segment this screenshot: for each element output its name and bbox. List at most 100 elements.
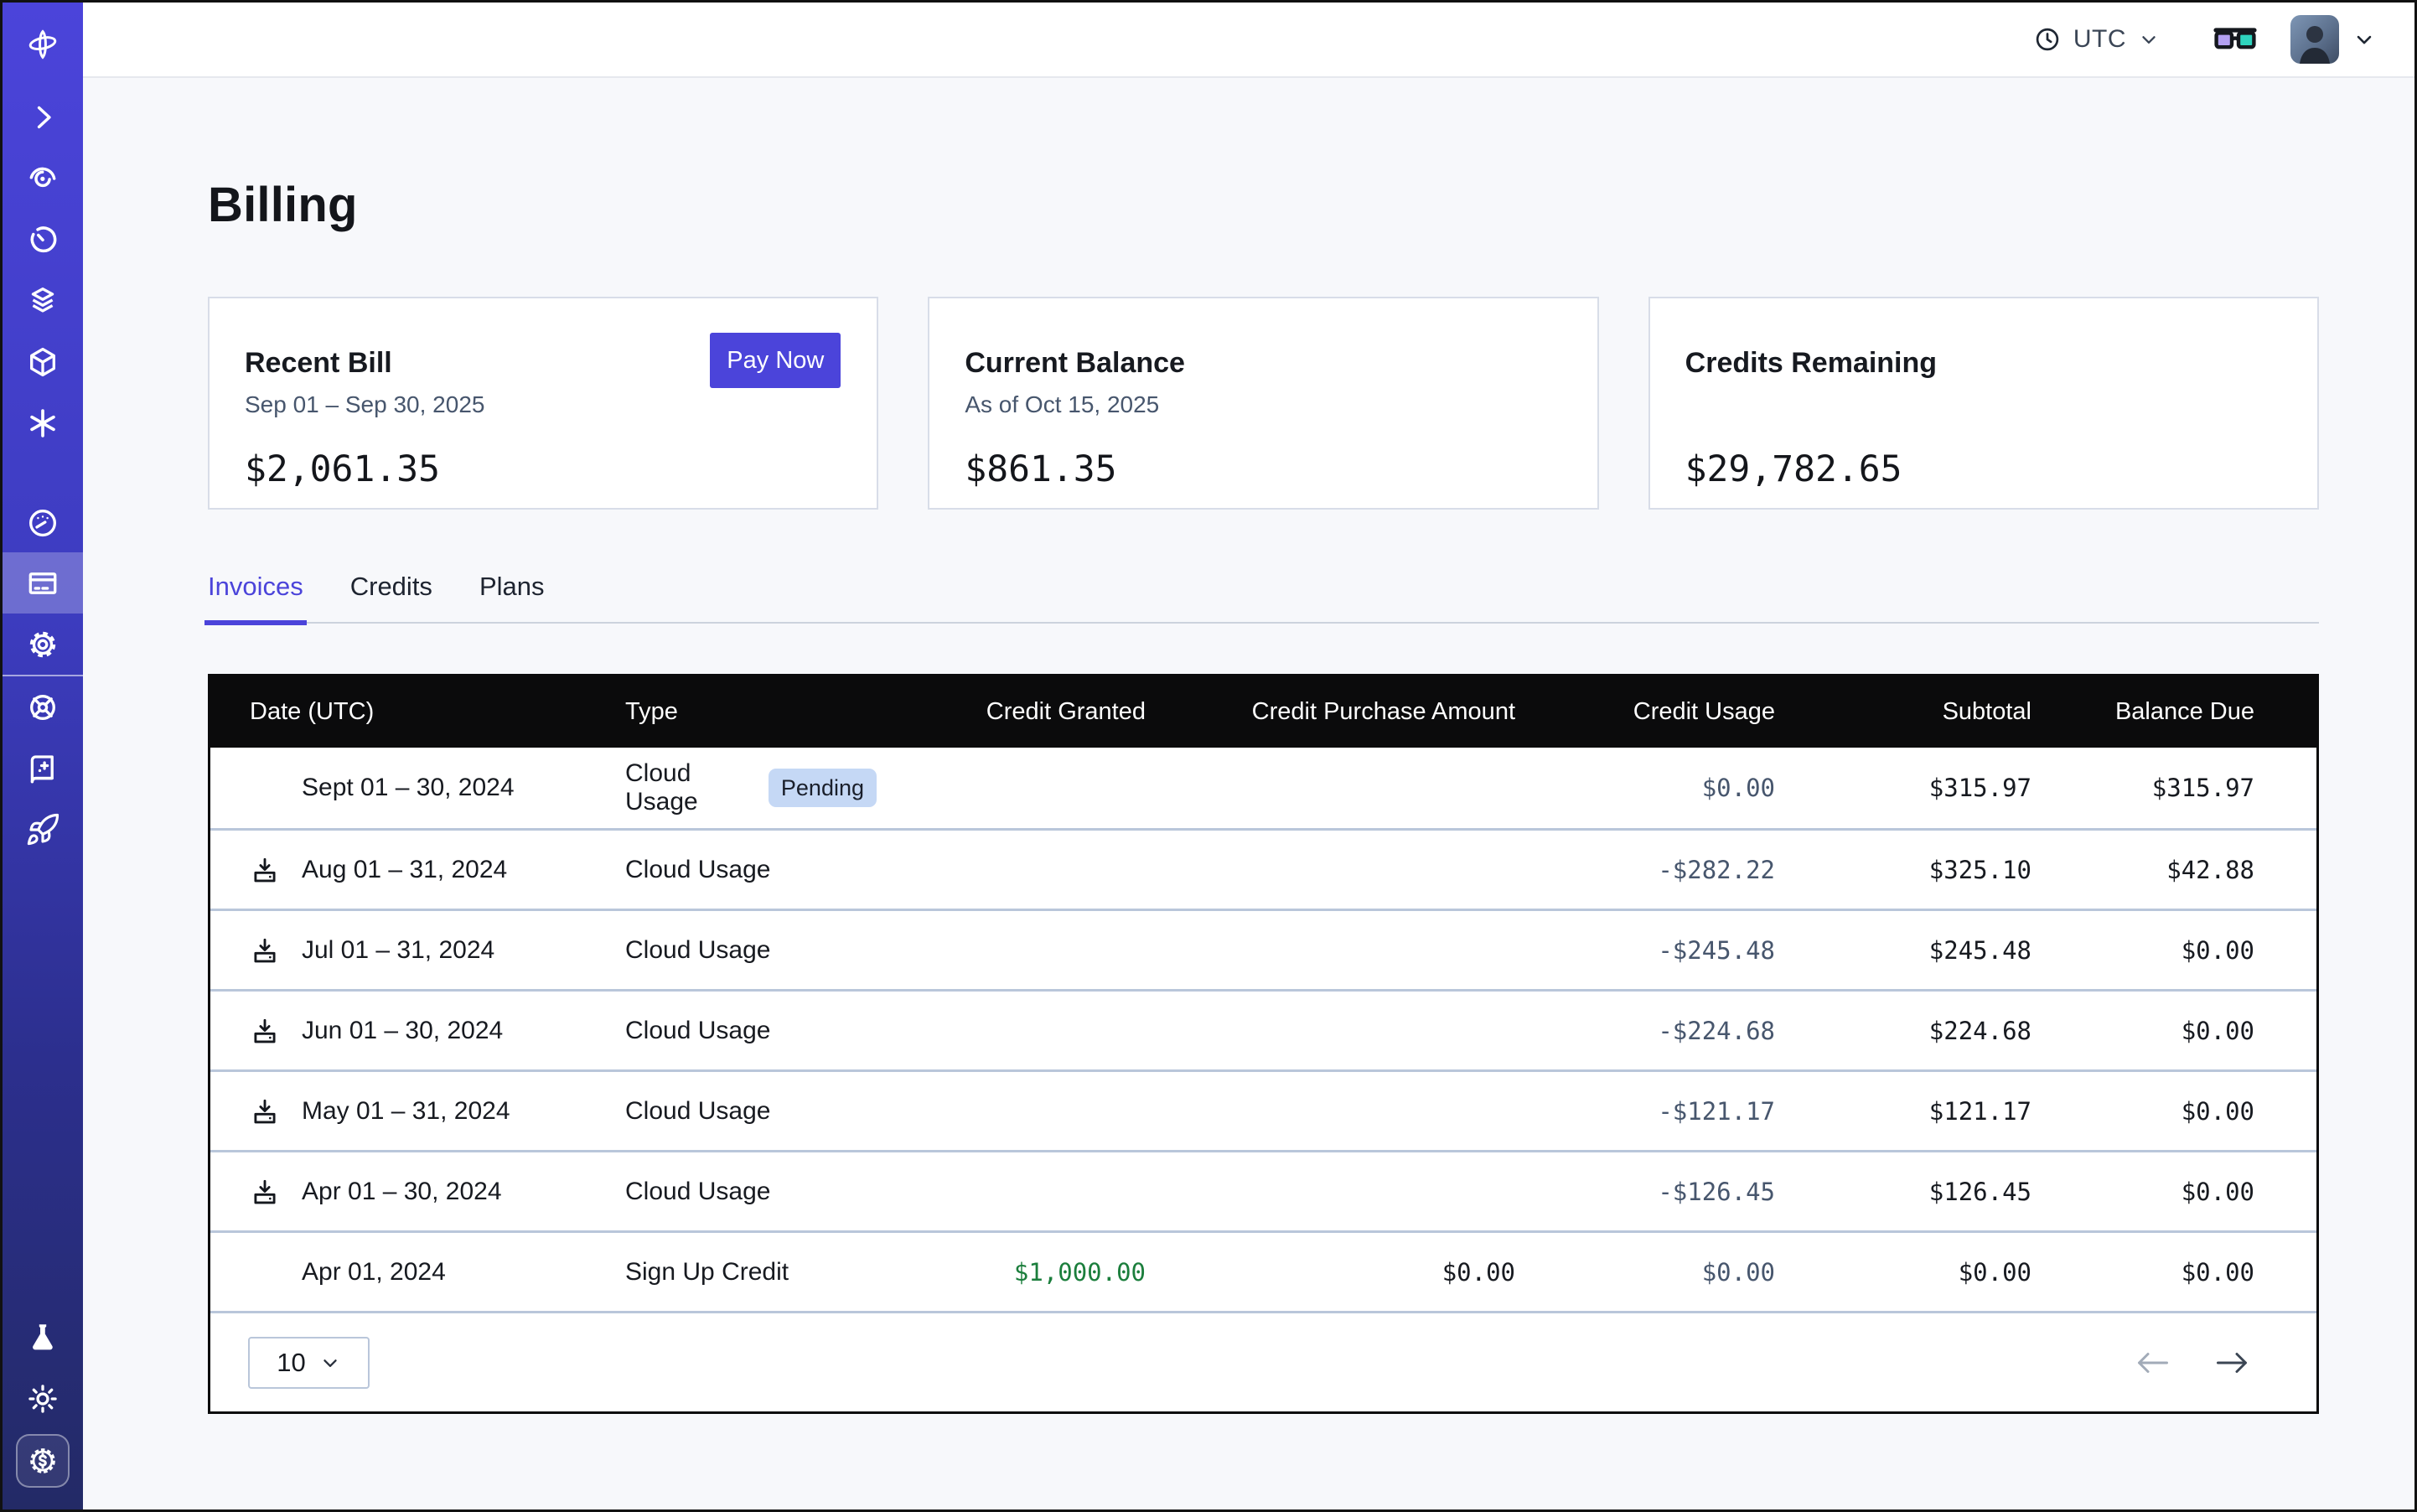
table-footer: 10 xyxy=(210,1311,2316,1411)
invoice-row: Jul 01 – 31, 2024 Cloud Usage -$245.48 $… xyxy=(210,909,2316,989)
timer-clock-icon xyxy=(25,222,60,257)
credit-usage-value: -$245.48 xyxy=(1515,936,1775,965)
chevron-down-icon xyxy=(2138,28,2160,50)
theme-glasses-toggle[interactable] xyxy=(2213,24,2257,54)
sidebar-item-layers[interactable] xyxy=(3,270,83,331)
rocket-icon xyxy=(25,812,60,847)
subtotal-value: $0.00 xyxy=(1775,1258,2031,1287)
current-balance-amount: $861.35 xyxy=(965,448,1561,490)
table-header: Date (UTC) Type Credit Granted Credit Pu… xyxy=(210,676,2316,748)
col-credit-granted: Credit Granted xyxy=(877,698,1146,726)
recent-bill-amount: $2,061.35 xyxy=(245,448,841,490)
invoice-type: Cloud Usage xyxy=(625,936,770,965)
clock-icon xyxy=(2033,25,2062,54)
sidebar-item-images[interactable] xyxy=(3,331,83,392)
sidebar-item-theme[interactable] xyxy=(3,1368,83,1429)
balance-due-value: $315.97 xyxy=(2031,774,2254,802)
card-subtitle xyxy=(1685,391,2282,420)
tab-plans[interactable]: Plans xyxy=(479,572,545,622)
credit-card-icon xyxy=(25,566,60,601)
invoice-type: Cloud Usage xyxy=(625,1178,770,1206)
subtotal-value: $224.68 xyxy=(1775,1017,2031,1045)
download-icon xyxy=(250,1016,280,1046)
pay-now-button[interactable]: Pay Now xyxy=(710,333,841,388)
recent-bill-card: Recent Bill Sep 01 – Sep 30, 2025 $2,061… xyxy=(208,297,878,510)
invoice-row: Apr 01, 2024 Sign Up Credit $1,000.00 $0… xyxy=(210,1230,2316,1311)
balance-due-value: $0.00 xyxy=(2031,936,2254,965)
balance-due-value: $0.00 xyxy=(2031,1178,2254,1206)
timezone-selector[interactable]: UTC xyxy=(2033,25,2160,54)
arrow-left-icon xyxy=(2135,1349,2171,1376)
page-size-value: 10 xyxy=(277,1348,305,1378)
prev-page-button[interactable] xyxy=(2135,1349,2171,1376)
page-size-select[interactable]: 10 xyxy=(248,1337,370,1389)
user-menu[interactable] xyxy=(2290,15,2376,64)
chevron-down-icon xyxy=(319,1352,341,1374)
col-subtotal: Subtotal xyxy=(1775,698,2031,726)
chevron-right-icon xyxy=(25,100,60,135)
pending-badge: Pending xyxy=(769,769,877,807)
next-page-button[interactable] xyxy=(2214,1349,2249,1376)
sidebar-item-docs[interactable] xyxy=(3,738,83,799)
credits-remaining-amount: $29,782.65 xyxy=(1685,448,2282,490)
credit-usage-value: $0.00 xyxy=(1515,1258,1775,1287)
invoice-type: Cloud Usage xyxy=(625,1017,770,1045)
modal-logo-icon[interactable] xyxy=(3,3,83,86)
sidebar-item-secrets[interactable] xyxy=(3,392,83,453)
invoice-date: Aug 01 – 31, 2024 xyxy=(302,856,507,884)
subtotal-value: $121.17 xyxy=(1775,1097,2031,1126)
sidebar-item-launch[interactable] xyxy=(3,799,83,860)
tab-credits[interactable]: Credits xyxy=(350,572,432,622)
col-balance-due: Balance Due xyxy=(2031,698,2254,726)
invoice-type: Cloud Usage xyxy=(625,759,753,816)
balance-due-value: $0.00 xyxy=(2031,1097,2254,1126)
col-credit-purchase: Credit Purchase Amount xyxy=(1146,698,1515,726)
invoice-row: May 01 – 31, 2024 Cloud Usage -$121.17 $… xyxy=(210,1069,2316,1150)
flask-icon xyxy=(25,1320,60,1355)
credit-usage-value: -$282.22 xyxy=(1515,856,1775,884)
download-icon xyxy=(250,1177,280,1207)
subtotal-value: $315.97 xyxy=(1775,774,2031,802)
download-invoice-button[interactable] xyxy=(250,1177,302,1207)
gear-icon xyxy=(25,627,60,662)
col-type: Type xyxy=(625,698,877,726)
invoice-type: Sign Up Credit xyxy=(625,1258,789,1287)
invoice-row: Apr 01 – 30, 2024 Cloud Usage -$126.45 $… xyxy=(210,1150,2316,1230)
summary-cards: Recent Bill Sep 01 – Sep 30, 2025 $2,061… xyxy=(208,297,2319,510)
download-icon xyxy=(250,1096,280,1126)
download-invoice-button[interactable] xyxy=(250,1016,302,1046)
invoice-date: Apr 01, 2024 xyxy=(302,1258,446,1287)
col-date: Date (UTC) xyxy=(250,698,625,726)
download-invoice-button[interactable] xyxy=(250,1096,302,1126)
sidebar-item-support[interactable] xyxy=(3,676,83,738)
card-subtitle: Sep 01 – Sep 30, 2025 xyxy=(245,391,841,420)
sidebar-item-expand[interactable] xyxy=(3,86,83,148)
download-icon xyxy=(250,855,280,885)
invoice-row: Sept 01 – 30, 2024 Cloud Usage Pending $… xyxy=(210,748,2316,828)
download-invoice-button[interactable] xyxy=(250,935,302,966)
sidebar xyxy=(3,3,83,1509)
invoice-date: May 01 – 31, 2024 xyxy=(302,1097,510,1126)
sun-icon xyxy=(25,1381,60,1416)
sidebar-item-billing[interactable] xyxy=(3,552,83,614)
sidebar-item-live[interactable] xyxy=(3,148,83,209)
sidebar-item-credits[interactable] xyxy=(16,1434,70,1488)
invoice-type: Cloud Usage xyxy=(625,1097,770,1126)
sidebar-item-settings[interactable] xyxy=(3,614,83,675)
invoice-row: Jun 01 – 30, 2024 Cloud Usage -$224.68 $… xyxy=(210,989,2316,1069)
balance-due-value: $42.88 xyxy=(2031,856,2254,884)
download-icon xyxy=(250,935,280,966)
sidebar-item-history[interactable] xyxy=(3,209,83,270)
timezone-label: UTC xyxy=(2073,25,2126,54)
sidebar-item-usage[interactable] xyxy=(3,491,83,552)
tab-invoices[interactable]: Invoices xyxy=(208,572,303,622)
table-body: Sept 01 – 30, 2024 Cloud Usage Pending $… xyxy=(210,748,2316,1311)
credit-usage-value: -$224.68 xyxy=(1515,1017,1775,1045)
asterisk-icon xyxy=(25,406,60,441)
topbar: UTC xyxy=(83,3,2414,78)
gauge-icon xyxy=(25,505,60,540)
download-invoice-button[interactable] xyxy=(250,855,302,885)
sidebar-item-labs[interactable] xyxy=(3,1307,83,1368)
invoice-type: Cloud Usage xyxy=(625,856,770,884)
wheel-icon xyxy=(25,690,60,725)
